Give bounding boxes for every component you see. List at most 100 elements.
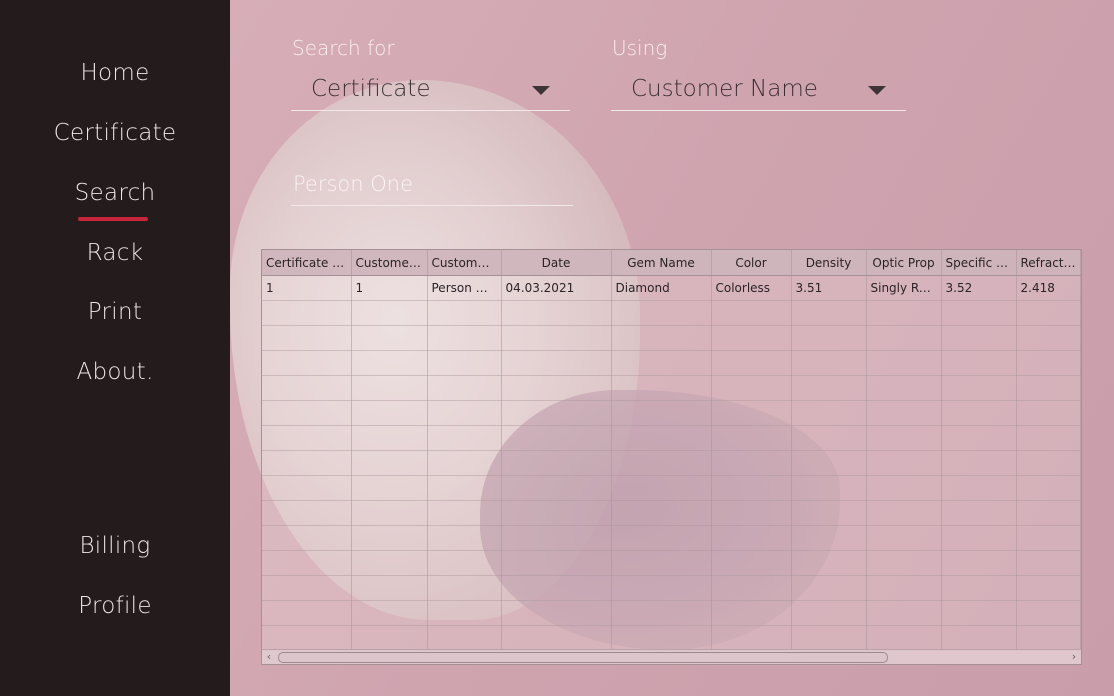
table-cell	[791, 375, 867, 401]
table-cell: 3.51	[791, 275, 867, 301]
column-header[interactable]: Certificate No	[262, 250, 352, 276]
table-cell	[501, 450, 612, 476]
table-cell	[427, 450, 502, 476]
table-cell	[611, 550, 712, 576]
table-cell	[501, 600, 612, 626]
table-cell	[427, 400, 502, 426]
arrow-right-icon[interactable]: ›	[1067, 650, 1081, 664]
table-cell	[611, 400, 712, 426]
table-cell	[866, 350, 942, 376]
table-cell	[866, 525, 942, 551]
table-cell	[427, 375, 502, 401]
column-header[interactable]: Customer ID	[351, 250, 428, 276]
table-cell	[427, 475, 502, 501]
table-cell	[791, 300, 867, 326]
table-cell	[501, 425, 612, 451]
table-cell	[711, 575, 792, 601]
results-table[interactable]: Certificate No Customer ID Customer ... Dat…	[261, 249, 1082, 665]
table-cell	[791, 350, 867, 376]
table-cell	[711, 475, 792, 501]
table-cell	[427, 550, 502, 576]
table-cell	[262, 300, 352, 326]
arrow-left-icon[interactable]: ‹	[262, 650, 276, 664]
table-cell: Singly Ref...	[866, 275, 942, 301]
empty-table-row	[262, 550, 1081, 576]
sidebar-item-billing[interactable]: Billing	[0, 533, 230, 559]
column-header[interactable]: Specific G...	[941, 250, 1017, 276]
scrollbar-thumb[interactable]	[278, 652, 888, 663]
table-cell	[1016, 375, 1081, 401]
table-cell	[941, 450, 1017, 476]
table-cell	[262, 475, 352, 501]
table-cell	[941, 400, 1017, 426]
table-cell	[941, 475, 1017, 501]
column-header[interactable]: Color	[711, 250, 792, 276]
column-header[interactable]: Customer ...	[427, 250, 502, 276]
active-indicator	[78, 217, 148, 221]
table-cell	[501, 400, 612, 426]
table-cell	[866, 475, 942, 501]
empty-table-row	[262, 375, 1081, 401]
table-cell: Colorless	[711, 275, 792, 301]
sidebar-item-search[interactable]: Search	[0, 180, 230, 221]
table-cell	[501, 550, 612, 576]
table-cell	[501, 350, 612, 376]
sidebar-item-print[interactable]: Print	[0, 299, 230, 325]
using-dropdown[interactable]: Customer Name	[611, 70, 906, 111]
search-for-label: Search for	[292, 36, 395, 60]
sidebar-item-rack[interactable]: Rack	[0, 240, 230, 266]
column-header[interactable]: Optic Prop	[866, 250, 942, 276]
table-cell	[427, 300, 502, 326]
using-value: Customer Name	[631, 76, 818, 102]
table-cell	[427, 575, 502, 601]
table-cell	[501, 475, 612, 501]
horizontal-scrollbar[interactable]: ‹ ›	[262, 649, 1081, 664]
sidebar-item-certificate[interactable]: Certificate	[0, 120, 230, 146]
table-cell	[351, 375, 428, 401]
table-cell	[262, 425, 352, 451]
table-cell	[262, 350, 352, 376]
empty-table-row	[262, 350, 1081, 376]
sidebar-item-profile[interactable]: Profile	[0, 593, 230, 619]
table-cell	[427, 500, 502, 526]
table-cell	[262, 450, 352, 476]
table-cell	[262, 500, 352, 526]
table-cell	[1016, 300, 1081, 326]
table-cell	[611, 300, 712, 326]
table-cell	[501, 325, 612, 351]
table-cell	[866, 300, 942, 326]
table-cell	[1016, 625, 1081, 651]
table-cell	[1016, 350, 1081, 376]
search-for-dropdown[interactable]: Certificate	[291, 70, 570, 111]
column-header[interactable]: Date	[501, 250, 612, 276]
table-cell	[501, 500, 612, 526]
column-header[interactable]: Gem Name	[611, 250, 712, 276]
sidebar-item-about[interactable]: About.	[0, 359, 230, 385]
table-cell	[351, 500, 428, 526]
table-cell	[791, 525, 867, 551]
table-cell	[941, 350, 1017, 376]
table-cell	[351, 625, 428, 651]
table-cell	[262, 375, 352, 401]
chevron-down-icon	[868, 86, 886, 95]
table-cell	[427, 325, 502, 351]
table-row[interactable]: 1 1 Person One 04.03.2021 Diamond Colorless 3.…	[262, 275, 1081, 301]
empty-table-row	[262, 325, 1081, 351]
table-cell	[262, 575, 352, 601]
table-cell	[427, 600, 502, 626]
table-cell	[791, 625, 867, 651]
table-cell	[711, 350, 792, 376]
search-for-value: Certificate	[311, 76, 431, 102]
table-cell	[866, 550, 942, 576]
table-cell	[501, 375, 612, 401]
search-input[interactable]	[291, 163, 573, 206]
table-cell	[1016, 425, 1081, 451]
table-cell	[941, 375, 1017, 401]
sidebar-item-home[interactable]: Home	[0, 60, 230, 86]
column-header[interactable]: Density	[791, 250, 867, 276]
table-cell	[866, 325, 942, 351]
column-header[interactable]: Refractive	[1016, 250, 1081, 276]
table-cell	[941, 550, 1017, 576]
table-cell	[262, 600, 352, 626]
table-cell	[866, 425, 942, 451]
